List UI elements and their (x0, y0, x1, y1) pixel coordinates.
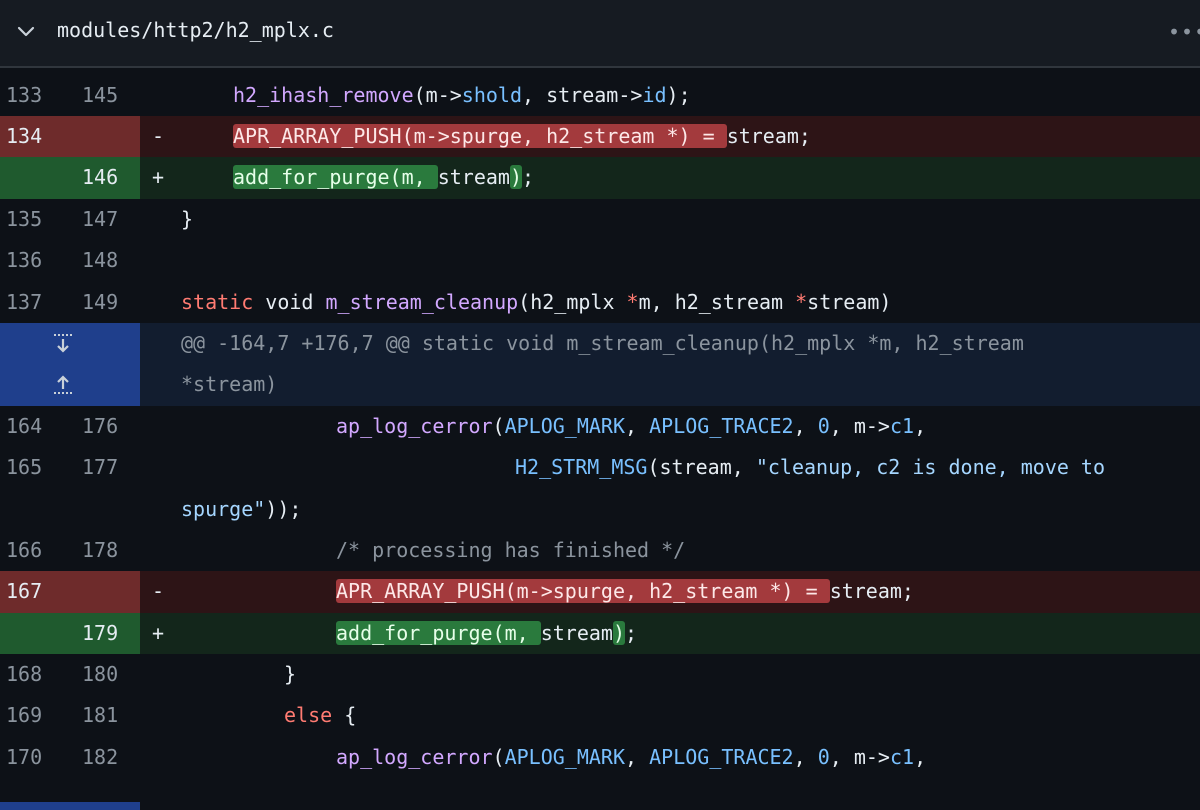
diff-row-context: 133 145 h2_ihash_remove(m->shold, stream… (0, 75, 1200, 116)
code-line: static void m_stream_cleanup(h2_mplx *m,… (181, 289, 892, 314)
old-line-number[interactable]: 134 (6, 116, 42, 157)
diff-row-context: 166 178 /* processing has finished */ (0, 530, 1200, 571)
new-line-number[interactable]: 179 (82, 613, 118, 654)
code-line: } (284, 662, 297, 687)
addition-sign: + (152, 165, 165, 190)
new-line-number[interactable]: 149 (82, 282, 118, 323)
diff-row-deleted: 167 - APR_ARRAY_PUSH(m->spurge, h2_strea… (0, 571, 1200, 613)
code-line: add_for_purge(m, stream); (336, 620, 638, 645)
new-line-number[interactable]: 145 (82, 75, 118, 116)
old-line-number[interactable]: 137 (6, 282, 42, 323)
diff-row-added: 146 + add_for_purge(m, stream); (0, 157, 1200, 199)
diff-view: 132 144 133 145 h2_ihash_remove(m->shold… (0, 41, 1200, 778)
hunk-gutter-edge (0, 802, 140, 810)
deletion-sign: - (152, 123, 165, 148)
diff-row-context: 137 149 static void m_stream_cleanup(h2_… (0, 282, 1200, 323)
old-line-number[interactable]: 164 (6, 406, 42, 447)
new-line-number[interactable]: 176 (82, 406, 118, 447)
code-line: APR_ARRAY_PUSH(m->spurge, h2_stream *) =… (233, 123, 811, 148)
diff-row-context: 165 177 H2_STRM_MSG(stream, "cleanup, c2… (0, 447, 1200, 530)
code-line: h2_ihash_remove(m->shold, stream->id); (233, 82, 691, 107)
new-line-number[interactable]: 181 (82, 695, 118, 736)
old-line-number[interactable]: 170 (6, 737, 42, 778)
old-line-number[interactable]: 133 (6, 75, 42, 116)
hunk-header: @@ -164,7 +176,7 @@ static void m_stream… (0, 322, 1200, 406)
diff-row-context: 135 147 } (0, 199, 1200, 240)
new-line-number[interactable]: 177 (82, 447, 118, 488)
diff-row-context: 164 176 ap_log_cerror(APLOG_MARK, APLOG_… (0, 406, 1200, 447)
deletion-sign: - (152, 579, 165, 604)
diff-row-deleted: 134 - APR_ARRAY_PUSH(m->spurge, h2_strea… (0, 115, 1200, 158)
chevron-down-icon[interactable] (16, 22, 36, 42)
old-line-number[interactable]: 135 (6, 199, 42, 240)
code-line: APR_ARRAY_PUSH(m->spurge, h2_stream *) =… (336, 579, 914, 604)
expand-down-icon[interactable] (50, 331, 76, 357)
new-line-number[interactable]: 182 (82, 737, 118, 778)
code-line: else { (284, 703, 357, 728)
file-path[interactable]: modules/http2/h2_mplx.c (57, 18, 334, 42)
new-line-number[interactable]: 146 (82, 157, 118, 198)
hunk-header-text-cont: *stream) (181, 372, 278, 397)
old-line-number[interactable]: 168 (6, 654, 42, 695)
new-line-number[interactable]: 180 (82, 654, 118, 695)
file-header: modules/http2/h2_mplx.c ••• (0, 0, 1200, 68)
code-comment: /* processing has finished */ (336, 537, 686, 562)
old-line-number[interactable]: 136 (6, 240, 42, 281)
code-line: ap_log_cerror(APLOG_MARK, APLOG_TRACE2, … (336, 413, 927, 438)
addition-sign: + (152, 620, 165, 645)
code-line-cont: spurge")); (181, 496, 302, 521)
old-line-number[interactable]: 166 (6, 530, 42, 571)
code-line: ap_log_cerror(APLOG_MARK, APLOG_TRACE2, … (336, 744, 927, 769)
expand-up-icon[interactable] (50, 371, 76, 397)
code-line: add_for_purge(m, stream); (233, 165, 535, 190)
code-line: } (181, 206, 194, 231)
diff-row-context: 170 182 ap_log_cerror(APLOG_MARK, APLOG_… (0, 737, 1200, 778)
diff-row-context: 136 148 (0, 240, 1200, 281)
diff-row-context: 169 181 else { (0, 695, 1200, 736)
old-line-number[interactable]: 167 (6, 571, 42, 612)
new-line-number[interactable]: 148 (82, 240, 118, 281)
old-line-number[interactable]: 165 (6, 447, 42, 488)
code-line: H2_STRM_MSG(stream, "cleanup, c2 is done… (515, 455, 1106, 480)
new-line-number[interactable]: 147 (82, 199, 118, 240)
hunk-header-text: @@ -164,7 +176,7 @@ static void m_stream… (181, 330, 1024, 355)
diff-row-added: 179 + add_for_purge(m, stream); (0, 612, 1200, 655)
new-line-number[interactable]: 178 (82, 530, 118, 571)
kebab-menu-icon[interactable]: ••• (1168, 20, 1200, 44)
old-line-number[interactable]: 169 (6, 695, 42, 736)
diff-row-context: 168 180 } (0, 654, 1200, 695)
